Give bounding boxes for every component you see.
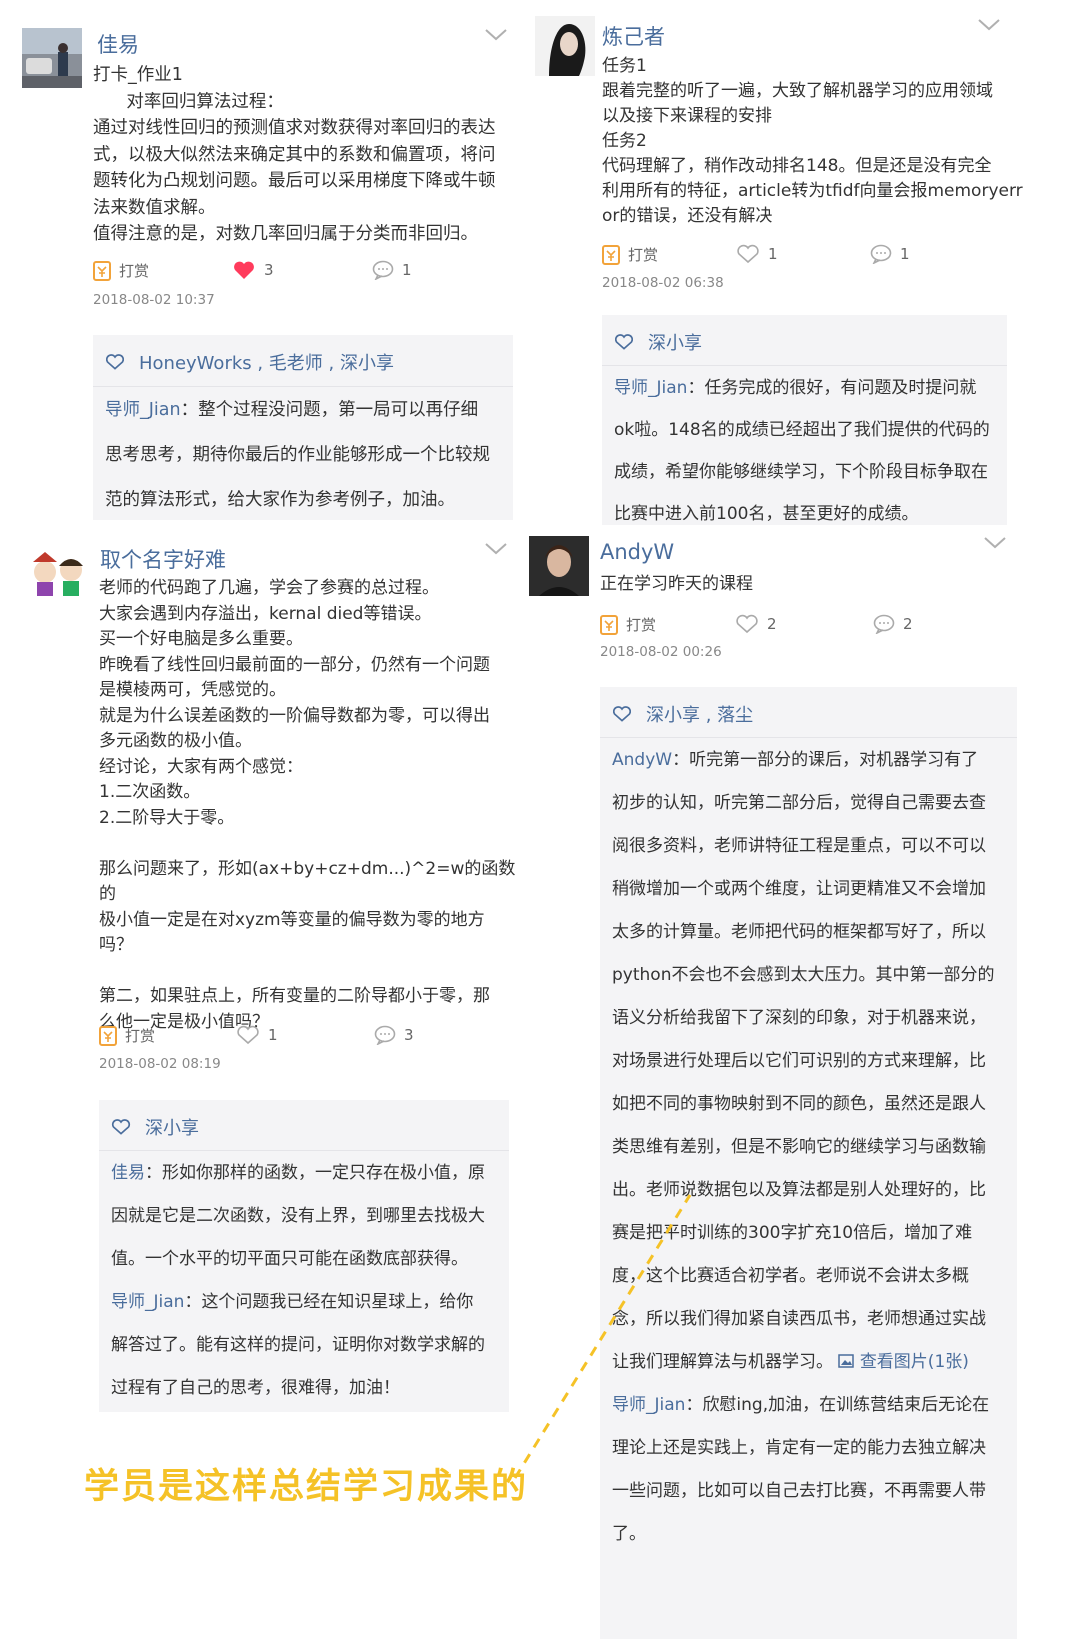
- caption: 学员是这样总结学习成果的: [84, 1467, 529, 1507]
- leader-line: [513, 1194, 692, 1479]
